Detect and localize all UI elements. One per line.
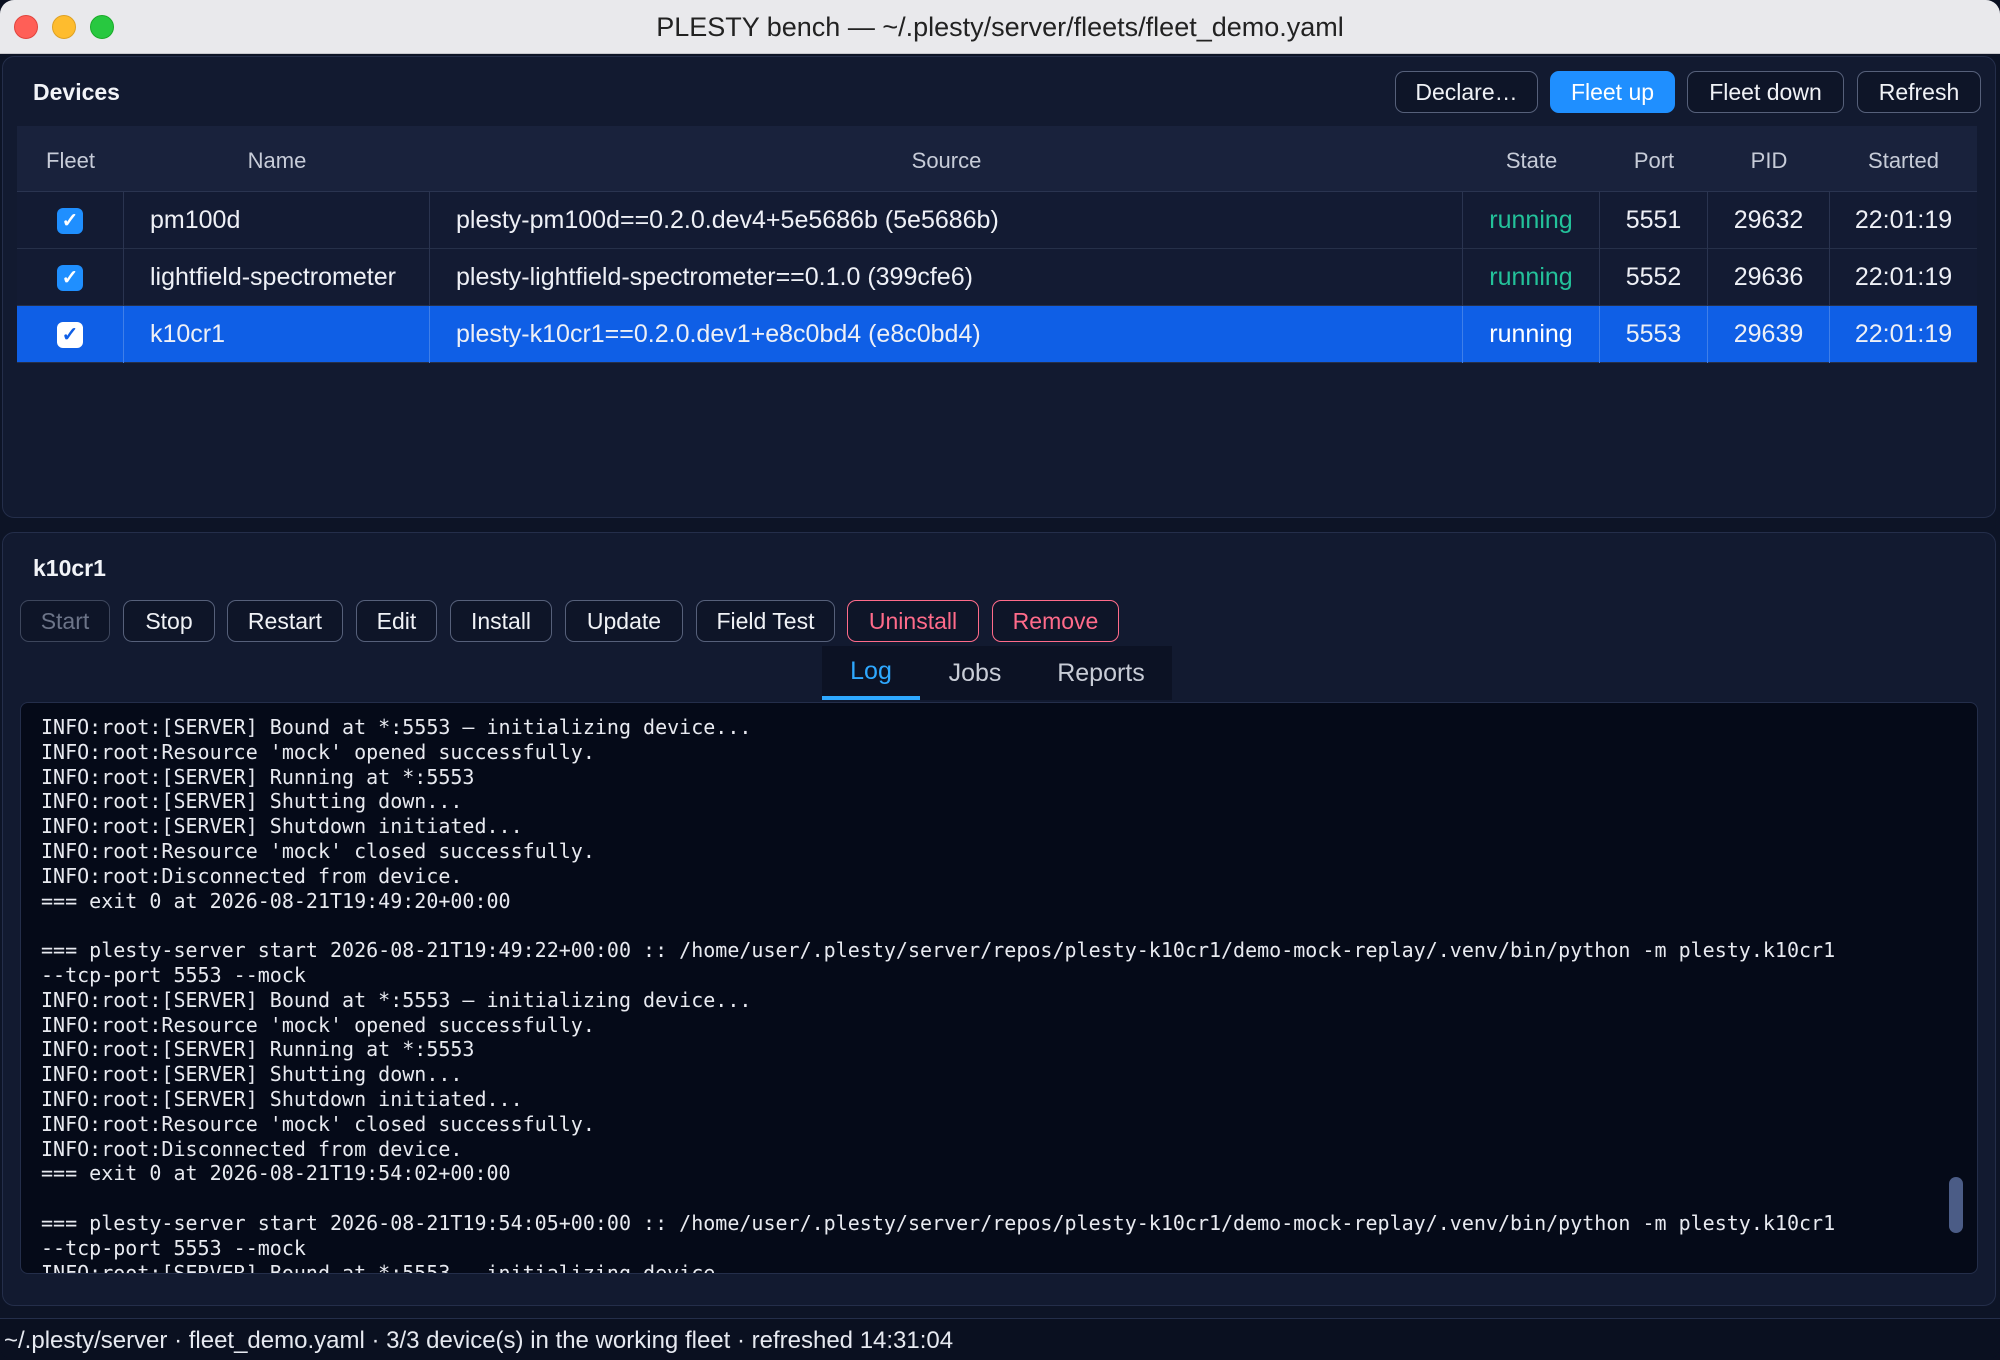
name-cell: lightfield-spectrometer: [124, 249, 430, 306]
pid-cell: 29639: [1708, 306, 1830, 363]
window-title: PLESTY bench — ~/.plesty/server/fleets/f…: [656, 12, 1344, 42]
state-cell: running: [1463, 192, 1600, 249]
source-cell: plesty-k10cr1==0.2.0.dev1+e8c0bd4 (e8c0b…: [430, 306, 1463, 363]
state-cell: running: [1463, 249, 1600, 306]
declare-button[interactable]: Declare…: [1395, 71, 1538, 113]
device-detail-title: k10cr1: [33, 555, 106, 581]
fleet-cell[interactable]: ✓: [17, 192, 124, 249]
port-cell: 5553: [1600, 306, 1708, 363]
tab-jobs[interactable]: Jobs: [920, 646, 1030, 700]
uninstall-button[interactable]: Uninstall: [847, 600, 979, 642]
status-text: ~/.plesty/server · fleet_demo.yaml · 3/3…: [4, 1327, 954, 1354]
title-bar: PLESTY bench — ~/.plesty/server/fleets/f…: [0, 0, 2000, 54]
remove-button[interactable]: Remove: [992, 600, 1119, 642]
update-button[interactable]: Update: [565, 600, 683, 642]
column-header-started[interactable]: Started: [1830, 148, 1977, 174]
tab-reports[interactable]: Reports: [1030, 646, 1172, 700]
started-cell: 22:01:19: [1854, 206, 1953, 234]
status-bar: ~/.plesty/server · fleet_demo.yaml · 3/3…: [0, 1318, 2000, 1360]
devices-panel-title: Devices: [33, 79, 120, 105]
column-header-fleet[interactable]: Fleet: [17, 148, 124, 174]
name-cell: k10cr1: [124, 306, 430, 363]
fleet-cell[interactable]: ✓: [17, 306, 124, 363]
source-cell: plesty-pm100d==0.2.0.dev4+5e5686b (5e568…: [430, 192, 1463, 249]
fleet-checkbox[interactable]: ✓: [57, 321, 83, 348]
column-header-port[interactable]: Port: [1600, 148, 1708, 174]
port-cell: 5552: [1600, 249, 1708, 306]
table-row-selected[interactable]: ✓ k10cr1 plesty-k10cr1==0.2.0.dev1+e8c0b…: [17, 306, 1977, 363]
source-cell: plesty-lightfield-spectrometer==0.1.0 (3…: [430, 249, 1463, 306]
port-cell: 5551: [1600, 192, 1708, 249]
fleet-checkbox[interactable]: ✓: [57, 264, 83, 291]
restart-button[interactable]: Restart: [227, 600, 343, 642]
field-test-button[interactable]: Field Test: [696, 600, 835, 642]
fleet-checkbox[interactable]: ✓: [57, 207, 83, 234]
refresh-button[interactable]: Refresh: [1857, 71, 1981, 113]
start-button[interactable]: Start: [20, 600, 110, 642]
pid-cell: 29632: [1708, 192, 1830, 249]
app-window: PLESTY bench — ~/.plesty/server/fleets/f…: [0, 0, 2000, 1360]
stop-button[interactable]: Stop: [123, 600, 215, 642]
log-text: INFO:root:[SERVER] Bound at *:5553 — ini…: [41, 715, 1836, 1274]
detail-tabs: Log Jobs Reports: [822, 646, 1172, 700]
column-header-name[interactable]: Name: [124, 148, 430, 174]
pid-cell: 29636: [1708, 249, 1830, 306]
devices-table: Fleet Name Source State Port PID Started…: [17, 126, 1977, 363]
fleet-down-button[interactable]: Fleet down: [1687, 71, 1844, 113]
name-cell: pm100d: [124, 192, 430, 249]
column-header-pid[interactable]: PID: [1708, 148, 1830, 174]
column-header-source[interactable]: Source: [430, 148, 1463, 174]
fleet-cell[interactable]: ✓: [17, 249, 124, 306]
install-button[interactable]: Install: [450, 600, 552, 642]
tab-log[interactable]: Log: [822, 646, 920, 700]
table-row[interactable]: ✓ lightfield-spectrometer plesty-lightfi…: [17, 249, 1977, 306]
devices-table-header: Fleet Name Source State Port PID Started: [17, 126, 1977, 192]
started-cell: 22:01:19: [1854, 320, 1953, 348]
table-row[interactable]: ✓ pm100d plesty-pm100d==0.2.0.dev4+5e568…: [17, 192, 1977, 249]
column-header-state[interactable]: State: [1463, 148, 1600, 174]
started-cell: 22:01:19: [1854, 263, 1953, 291]
log-scrollbar-thumb[interactable]: [1949, 1177, 1963, 1233]
edit-button[interactable]: Edit: [356, 600, 437, 642]
log-view[interactable]: INFO:root:[SERVER] Bound at *:5553 — ini…: [20, 702, 1978, 1274]
fleet-up-button[interactable]: Fleet up: [1550, 71, 1675, 113]
state-cell: running: [1463, 306, 1600, 363]
